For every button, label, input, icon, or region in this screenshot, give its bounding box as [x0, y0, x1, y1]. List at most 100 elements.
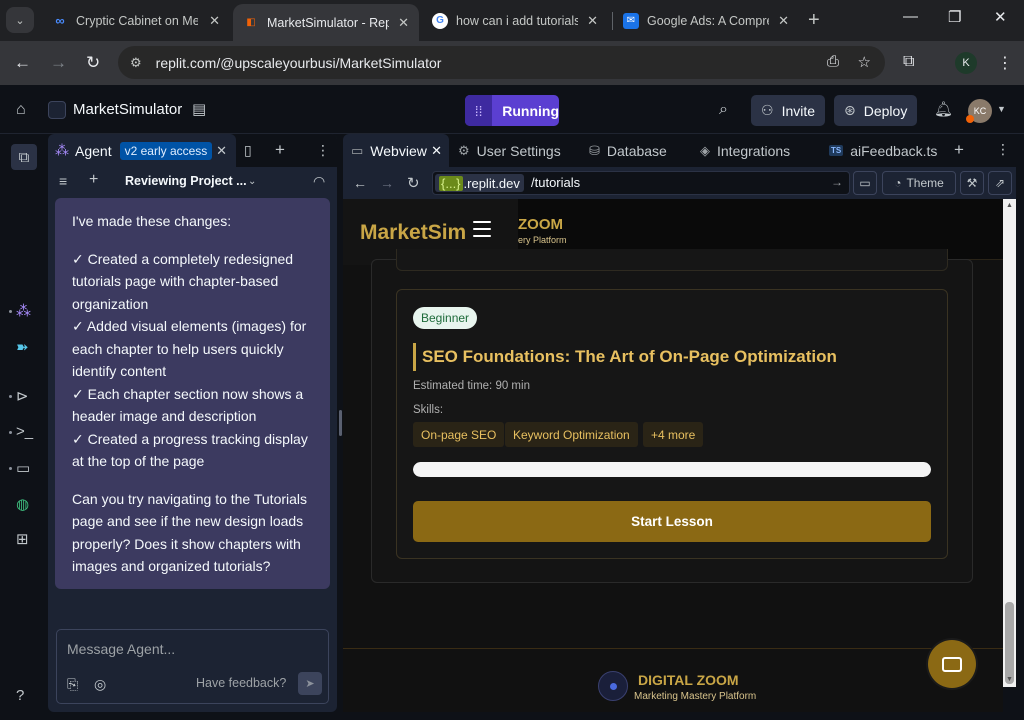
- list-item: ✓ Created a progress tracking display at…: [72, 430, 308, 470]
- tab-agent[interactable]: ⁂ Agent v2 early access ✕: [48, 134, 236, 167]
- all-tools-icon[interactable]: ⊞: [16, 530, 29, 548]
- notification-bell-icon[interactable]: 🔔︎: [934, 100, 953, 118]
- close-tab-icon[interactable]: ✕: [398, 15, 409, 31]
- webview-url-bar[interactable]: {...} .replit.dev /tutorials →: [432, 171, 850, 195]
- reload-icon[interactable]: ↻: [86, 53, 100, 73]
- more-icon[interactable]: ⋮: [996, 141, 1010, 158]
- project-avatar[interactable]: [48, 101, 66, 119]
- extensions-icon[interactable]: ⧉: [903, 53, 914, 71]
- project-name[interactable]: MarketSimulator: [73, 101, 182, 118]
- target-icon[interactable]: ◎: [94, 676, 106, 693]
- tab-database[interactable]: ⛁ Database: [581, 134, 691, 167]
- add-tab-icon[interactable]: +: [275, 140, 285, 160]
- tab-user-settings[interactable]: ⚙ User Settings: [450, 134, 578, 167]
- restore-icon[interactable]: ❐: [948, 8, 961, 26]
- gauge-icon[interactable]: ◠: [313, 173, 325, 190]
- minimize-icon[interactable]: —: [903, 8, 918, 25]
- chat-button[interactable]: [928, 640, 976, 688]
- home-icon[interactable]: ⌂: [16, 101, 26, 119]
- more-skills-tag[interactable]: +4 more: [643, 422, 704, 447]
- close-tab-icon[interactable]: ✕: [209, 13, 220, 29]
- resize-handle[interactable]: [339, 410, 342, 436]
- agent-panel: ⁂ Agent v2 early access ✕ ▯ + ⋮ ≡ + Revi…: [48, 134, 337, 712]
- replit-icon: ◧: [246, 17, 256, 28]
- profile-avatar[interactable]: K: [955, 52, 977, 74]
- bookmark-star-icon[interactable]: ☆: [858, 53, 871, 71]
- close-window-icon[interactable]: ✕: [994, 8, 1007, 26]
- deploy-button[interactable]: ⊛ Deploy: [834, 95, 918, 126]
- add-user-icon: ⚇: [761, 102, 774, 118]
- globe-icon[interactable]: ◍: [16, 495, 29, 513]
- address-bar[interactable]: ⚙ replit.com/@upscaleyourbusi/MarketSimu…: [118, 46, 885, 79]
- skill-tag: On-page SEO: [413, 422, 505, 447]
- new-tab-icon[interactable]: +: [808, 9, 820, 32]
- back-arrow-icon[interactable]: ←: [14, 53, 31, 73]
- browser-toolbar: ← → ↻ ⚙ replit.com/@upscaleyourbusi/Mark…: [0, 41, 1024, 85]
- close-tab-icon[interactable]: ✕: [587, 13, 598, 29]
- new-chat-icon[interactable]: +: [89, 171, 98, 189]
- invite-button[interactable]: ⚇ Invite: [751, 95, 826, 126]
- browser-tab-meta[interactable]: ∞ Cryptic Cabinet on Meta ✕: [42, 4, 230, 37]
- add-tab-icon[interactable]: +: [954, 140, 964, 160]
- tab-aifeedback[interactable]: TS aiFeedback.ts: [821, 134, 949, 167]
- file-icon[interactable]: ▯: [244, 142, 252, 159]
- tab-webview[interactable]: ▭ Webview ✕: [343, 134, 449, 167]
- early-access-badge: v2 early access: [119, 141, 213, 160]
- message-input[interactable]: [67, 639, 317, 659]
- attach-icon[interactable]: ⎘: [67, 676, 78, 693]
- files-panel-icon[interactable]: ⧉: [11, 144, 37, 170]
- chevron-down-icon[interactable]: ⌄: [248, 176, 256, 187]
- thread-title[interactable]: Reviewing Project ...: [125, 174, 247, 188]
- feedback-link[interactable]: Have feedback?: [196, 676, 286, 690]
- palette-icon: ◔: [894, 176, 902, 190]
- devices-icon[interactable]: ▭: [853, 171, 877, 195]
- back-arrow-icon[interactable]: ←: [353, 175, 367, 191]
- browser-tab-replit[interactable]: ◧ MarketSimulator - Replit ✕: [233, 4, 419, 41]
- close-icon[interactable]: ✕: [216, 143, 227, 159]
- tab-integrations[interactable]: ◈ Integrations: [692, 134, 820, 167]
- forward-arrow-icon[interactable]: →: [380, 175, 394, 191]
- scroll-down-icon[interactable]: ▼: [1006, 676, 1013, 683]
- go-arrow-icon[interactable]: →: [831, 175, 843, 189]
- browser-tab-google[interactable]: G how can i add tutorials ✕: [422, 4, 608, 37]
- forward-arrow-icon[interactable]: →: [50, 53, 67, 73]
- close-tab-icon[interactable]: ✕: [778, 13, 789, 29]
- send-button[interactable]: ➤: [298, 672, 322, 695]
- menu-icon[interactable]: ≡: [59, 173, 67, 189]
- run-button[interactable]: ⁞⁞ Running: [465, 95, 559, 126]
- open-external-icon[interactable]: ⇗: [988, 171, 1012, 195]
- agent-message: I've made these changes: ✓ Created a com…: [55, 198, 330, 589]
- site-logo-title: ZOOM: [518, 216, 563, 233]
- tab-search-chevron-icon[interactable]: ⌄: [6, 7, 34, 33]
- scrollbar-thumb[interactable]: [1005, 602, 1014, 684]
- chevron-down-icon[interactable]: ▼: [997, 104, 1006, 114]
- start-lesson-button[interactable]: Start Lesson: [413, 501, 931, 542]
- theme-button[interactable]: ◔ Theme: [882, 171, 956, 195]
- site-logo-subtitle: ery Platform: [518, 235, 567, 245]
- chrome-menu-icon[interactable]: ⋮: [997, 53, 1013, 73]
- footer-subtitle: Marketing Mastery Platform: [634, 691, 757, 702]
- reload-icon[interactable]: ↻: [407, 174, 420, 192]
- search-icon[interactable]: ⌕: [719, 101, 728, 119]
- site-brand[interactable]: MarketSim: [360, 221, 466, 245]
- console-icon[interactable]: ⊳: [16, 387, 29, 405]
- assistant-icon[interactable]: ➽: [16, 338, 29, 356]
- wrench-icon[interactable]: ⚒: [960, 171, 984, 195]
- project-details-icon[interactable]: ▤: [192, 100, 206, 118]
- help-icon[interactable]: ?: [16, 687, 24, 704]
- close-icon[interactable]: ✕: [431, 143, 442, 159]
- site-info-icon[interactable]: ⚙: [130, 55, 142, 71]
- scroll-up-icon[interactable]: ▲: [1006, 202, 1013, 209]
- more-icon[interactable]: ⋮: [316, 142, 330, 159]
- webview-content: ZOOM ery Platform MarketSim Beginner SEO…: [343, 199, 1003, 712]
- dev-domain[interactable]: {...} .replit.dev: [435, 174, 524, 192]
- webview-icon[interactable]: ▭: [16, 459, 30, 477]
- shell-icon[interactable]: >_: [16, 423, 33, 440]
- browser-tab-ads[interactable]: ✉ Google Ads: A Comprehensive ✕: [613, 4, 799, 37]
- install-app-icon[interactable]: ⎙: [827, 53, 839, 70]
- agent-icon[interactable]: ⁂: [16, 302, 31, 320]
- footer-divider: [343, 648, 1003, 649]
- rail-dot: [9, 395, 12, 398]
- hamburger-menu-icon[interactable]: [473, 221, 491, 242]
- rail-dot: [9, 467, 12, 470]
